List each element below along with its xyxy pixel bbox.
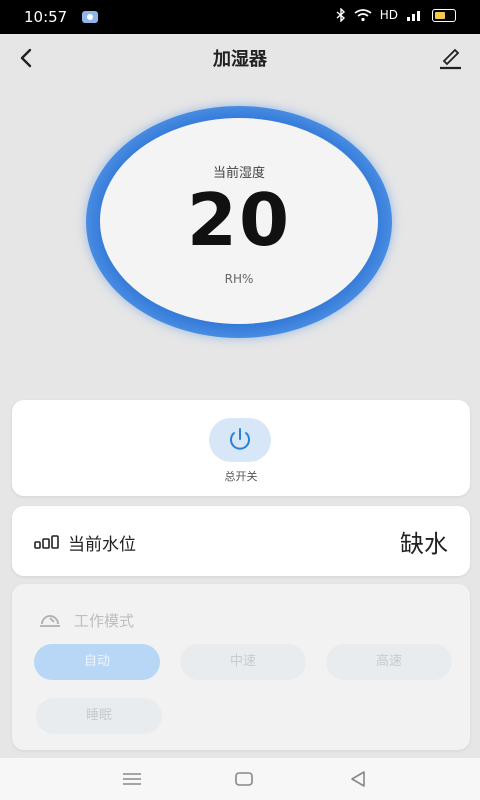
mode-high-button[interactable]: 高速 — [326, 644, 452, 680]
status-icons: HD — [336, 8, 456, 22]
edit-icon — [440, 48, 461, 70]
system-nav-bar — [0, 758, 480, 800]
water-level-card: 当前水位 缺水 — [12, 506, 470, 576]
humidity-value: 20 — [186, 178, 292, 262]
power-card: 总开关 — [12, 400, 470, 496]
power-button[interactable] — [209, 418, 271, 462]
power-icon — [230, 428, 250, 450]
eye-icon — [82, 11, 98, 23]
home-icon — [235, 772, 253, 786]
app-header: 加湿器 — [0, 34, 480, 82]
status-time: 10:57 — [24, 8, 68, 26]
battery-icon — [432, 8, 456, 22]
edit-button[interactable] — [434, 42, 466, 74]
network-type: HD — [379, 8, 398, 22]
mode-sleep-button[interactable]: 睡眠 — [36, 698, 162, 734]
back-triangle-icon — [351, 771, 365, 787]
wifi-icon — [354, 8, 372, 21]
page-title: 加湿器 — [213, 49, 267, 70]
nav-back-button[interactable] — [344, 768, 372, 790]
work-mode-card: 工作模式 自动 中速 高速 睡眠 — [12, 584, 470, 750]
mode-auto-button[interactable]: 自动 — [34, 644, 160, 680]
water-level-label: 当前水位 — [68, 535, 136, 555]
water-level-value: 缺水 — [400, 530, 448, 558]
signal-icon — [407, 11, 420, 21]
mode-title: 工作模式 — [74, 612, 135, 630]
humidity-unit: RH% — [224, 272, 254, 286]
menu-icon — [123, 773, 141, 785]
water-level-icon — [34, 535, 59, 549]
home-button[interactable] — [230, 768, 258, 790]
menu-button[interactable] — [118, 768, 146, 790]
mode-medium-button[interactable]: 中速 — [180, 644, 306, 680]
mode-icon — [40, 615, 60, 627]
bluetooth-icon — [336, 8, 345, 22]
status-bar: 10:57 HD — [0, 0, 480, 34]
power-label: 总开关 — [224, 470, 258, 483]
